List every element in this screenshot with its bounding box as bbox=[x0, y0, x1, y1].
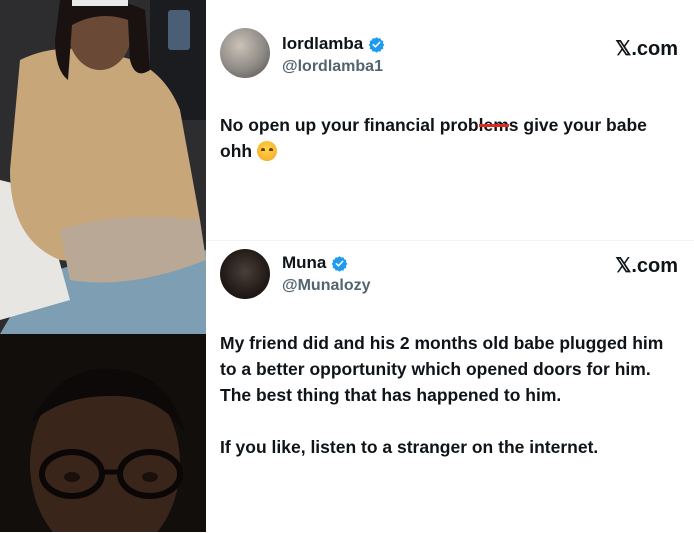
verified-badge-icon bbox=[368, 36, 385, 53]
tweet-paragraph: My friend did and his 2 months old babe … bbox=[220, 333, 664, 405]
avatar[interactable] bbox=[220, 249, 270, 299]
laughing-emoji-icon bbox=[256, 141, 277, 161]
author-name-row: lordlamba bbox=[282, 34, 385, 54]
tweet-card-lordlamba: lordlamba @lordlamba1 𝕏.com No open up y… bbox=[206, 0, 694, 240]
display-name[interactable]: lordlamba bbox=[282, 34, 363, 54]
tweet-text: My friend did and his 2 months old babe … bbox=[220, 330, 680, 486]
display-name[interactable]: Muna bbox=[282, 253, 326, 273]
verified-badge-icon bbox=[332, 255, 348, 272]
tweet-paragraph: If you like, listen to a stranger on the… bbox=[220, 437, 599, 457]
photo-lordlamba-illustration bbox=[0, 0, 206, 334]
tweet-text: No open up your financial problems give … bbox=[220, 112, 680, 164]
handle[interactable]: @Munalozy bbox=[282, 277, 371, 295]
x-logo-source: 𝕏.com bbox=[615, 255, 678, 277]
handle[interactable]: @lordlamba1 bbox=[282, 58, 383, 76]
photo-muna-illustration bbox=[0, 334, 206, 532]
photo-lordlamba bbox=[0, 0, 206, 334]
author-name-row: Muna bbox=[282, 253, 348, 273]
avatar[interactable] bbox=[220, 28, 270, 78]
photo-muna bbox=[0, 334, 206, 532]
struck-text: lem bbox=[478, 115, 509, 135]
x-logo-source: 𝕏.com bbox=[615, 38, 678, 60]
tweet-card-muna: Muna @Munalozy 𝕏.com My friend did and h… bbox=[206, 240, 694, 533]
tweet-text-part: No open up your financial prob bbox=[220, 115, 479, 135]
